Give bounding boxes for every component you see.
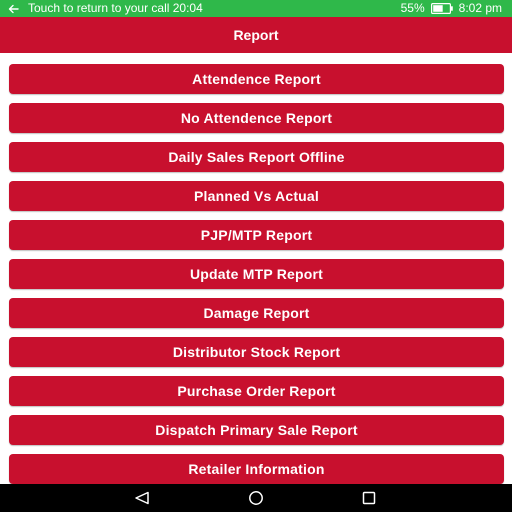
distributor-stock-report-button[interactable]: Distributor Stock Report	[9, 337, 504, 367]
ongoing-call-notice[interactable]: Touch to return to your call 20:04	[8, 0, 203, 17]
back-triangle-icon[interactable]	[134, 491, 150, 505]
home-circle-icon[interactable]	[246, 491, 266, 505]
purchase-order-report-button[interactable]: Purchase Order Report	[9, 376, 504, 406]
attendence-report-button[interactable]: Attendence Report	[9, 64, 504, 94]
battery-percent: 55%	[400, 1, 425, 15]
status-indicators: 55% 8:02 pm	[401, 0, 502, 17]
app-bar: Report	[0, 17, 512, 53]
dispatch-primary-sale-report-button[interactable]: Dispatch Primary Sale Report	[9, 415, 504, 445]
screen: Touch to return to your call 20:04 55% 8…	[0, 0, 512, 512]
call-return-text: Touch to return to your call 20:04	[28, 1, 203, 15]
back-arrow-icon	[8, 4, 19, 13]
system-nav-bar	[0, 484, 512, 512]
report-menu-list[interactable]: Attendence Report No Attendence Report D…	[0, 53, 512, 484]
retailer-information-button[interactable]: Retailer Information	[9, 454, 504, 484]
pjp-mtp-report-button[interactable]: PJP/MTP Report	[9, 220, 504, 250]
battery-icon	[430, 3, 453, 14]
status-bar[interactable]: Touch to return to your call 20:04 55% 8…	[0, 0, 512, 17]
clock: 8:02 pm	[458, 1, 502, 15]
planned-vs-actual-button[interactable]: Planned Vs Actual	[9, 181, 504, 211]
daily-sales-report-offline-button[interactable]: Daily Sales Report Offline	[9, 142, 504, 172]
page-title: Report	[233, 27, 279, 43]
recents-square-icon[interactable]	[362, 491, 376, 505]
update-mtp-report-button[interactable]: Update MTP Report	[9, 259, 504, 289]
damage-report-button[interactable]: Damage Report	[9, 298, 504, 328]
no-attendence-report-button[interactable]: No Attendence Report	[9, 103, 504, 133]
